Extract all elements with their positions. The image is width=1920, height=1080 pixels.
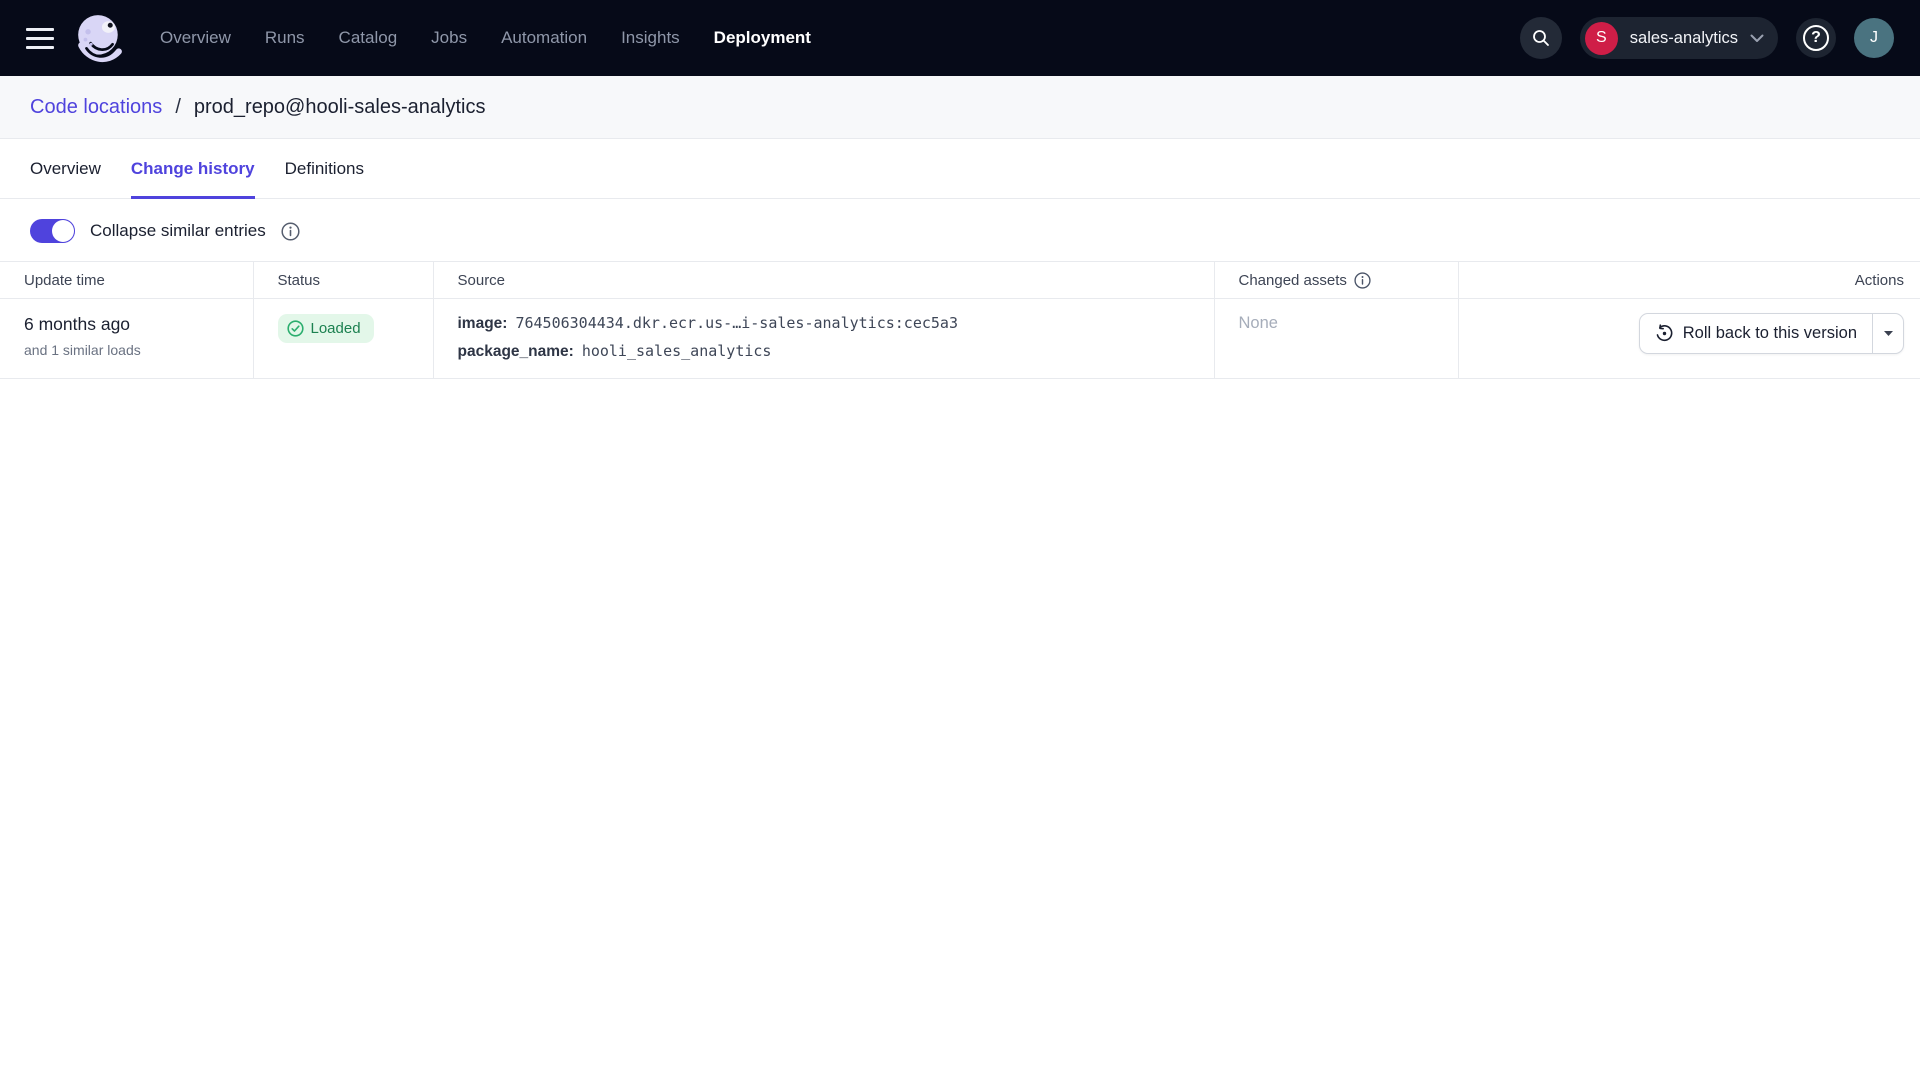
cell-update-time: 6 months ago and 1 similar loads: [0, 299, 253, 379]
similar-loads-note: and 1 similar loads: [24, 342, 229, 358]
search-icon: [1531, 28, 1551, 48]
rollback-dropdown-button[interactable]: [1872, 314, 1903, 353]
nav-item-automation[interactable]: Automation: [501, 28, 587, 48]
changed-assets-value: None: [1239, 314, 1278, 332]
tab-overview[interactable]: Overview: [30, 139, 101, 198]
collapse-toggle-label: Collapse similar entries: [90, 221, 266, 241]
tab-change-history[interactable]: Change history: [131, 139, 255, 198]
source-package-value: hooli_sales_analytics: [582, 342, 772, 360]
nav-item-overview[interactable]: Overview: [160, 28, 231, 48]
nav-item-deployment[interactable]: Deployment: [714, 28, 811, 48]
collapse-similar-entries-toggle[interactable]: [30, 219, 75, 243]
update-time: 6 months ago: [24, 314, 229, 335]
source-package-key: package_name:: [458, 343, 574, 361]
org-name: sales-analytics: [1630, 29, 1738, 48]
help-button[interactable]: ?: [1796, 18, 1836, 58]
chevron-down-icon: [1750, 34, 1764, 43]
caret-down-icon: [1883, 330, 1894, 337]
cell-source: image: 764506304434.dkr.ecr.us-…i-sales-…: [433, 299, 1214, 379]
primary-nav: Overview Runs Catalog Jobs Automation In…: [160, 28, 811, 48]
info-icon[interactable]: [281, 222, 300, 241]
user-avatar[interactable]: J: [1854, 18, 1894, 58]
status-badge: Loaded: [278, 314, 374, 343]
col-header-update-time: Update time: [0, 262, 253, 299]
nav-item-catalog[interactable]: Catalog: [339, 28, 398, 48]
tab-definitions[interactable]: Definitions: [285, 139, 364, 198]
source-image-value: 764506304434.dkr.ecr.us-…i-sales-analyti…: [515, 314, 958, 332]
col-header-source: Source: [433, 262, 1214, 299]
nav-right-cluster: S sales-analytics ? J: [1520, 17, 1894, 59]
rollback-history-icon: [1655, 324, 1674, 343]
org-avatar: S: [1585, 22, 1618, 55]
cell-status: Loaded: [253, 299, 433, 379]
breadcrumb-code-locations-link[interactable]: Code locations: [30, 96, 162, 119]
breadcrumb-current: prod_repo@hooli-sales-analytics: [194, 96, 486, 119]
source-image-key: image:: [458, 315, 508, 333]
breadcrumb: Code locations / prod_repo@hooli-sales-a…: [0, 76, 1920, 139]
table-header-row: Update time Status Source Changed assets…: [0, 262, 1920, 299]
check-circle-icon: [287, 320, 304, 337]
col-header-changed-assets: Changed assets: [1214, 262, 1458, 299]
tab-bar: Overview Change history Definitions: [0, 139, 1920, 199]
nav-item-runs[interactable]: Runs: [265, 28, 305, 48]
cell-actions: Roll back to this version: [1458, 299, 1920, 379]
search-button[interactable]: [1520, 17, 1562, 59]
col-header-actions: Actions: [1458, 262, 1920, 299]
top-nav: Overview Runs Catalog Jobs Automation In…: [0, 0, 1920, 76]
table-row: 6 months ago and 1 similar loads Loaded …: [0, 299, 1920, 379]
controls-row: Collapse similar entries: [0, 199, 1920, 261]
col-header-status: Status: [253, 262, 433, 299]
change-history-table: Update time Status Source Changed assets…: [0, 261, 1920, 379]
cell-changed-assets: None: [1214, 299, 1458, 379]
rollback-split-button: Roll back to this version: [1639, 313, 1904, 354]
info-icon[interactable]: [1354, 272, 1371, 289]
hamburger-menu-icon[interactable]: [26, 28, 54, 49]
help-icon: ?: [1803, 25, 1829, 51]
dagster-logo-icon[interactable]: [74, 13, 124, 63]
org-switcher[interactable]: S sales-analytics: [1580, 17, 1778, 59]
nav-item-insights[interactable]: Insights: [621, 28, 680, 48]
rollback-button[interactable]: Roll back to this version: [1640, 314, 1872, 353]
nav-item-jobs[interactable]: Jobs: [431, 28, 467, 48]
breadcrumb-separator: /: [175, 96, 181, 119]
